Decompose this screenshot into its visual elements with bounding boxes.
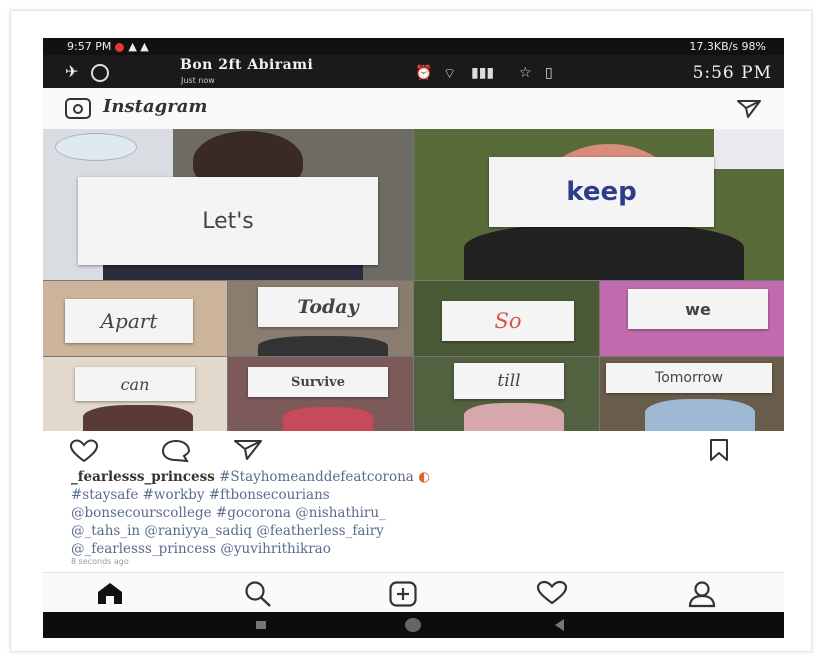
sign-text: we	[685, 299, 711, 319]
camera-icon[interactable]	[65, 98, 91, 119]
sign-text: So	[494, 309, 522, 333]
add-icon[interactable]	[388, 580, 418, 608]
home-button-icon[interactable]	[405, 618, 421, 632]
post-caption: _fearlesss_princess #Stayhomeanddefeatco…	[71, 468, 761, 558]
sign-text: Tomorrow	[655, 370, 723, 386]
sign-card: Let's	[78, 177, 378, 265]
instagram-header: Instagram	[43, 88, 784, 130]
collage-tile: Today	[228, 281, 413, 356]
sign-card: Today	[258, 287, 398, 327]
post-image[interactable]: Let's keep Apart Today So we can Survive…	[43, 129, 784, 431]
status-time: 9:57 PM	[67, 40, 112, 53]
system-status-bar: 9:57 PM ▲ ▲ 17.3KB/s 98%	[43, 38, 784, 55]
collage-tile: can	[43, 357, 227, 431]
post-timestamp: 8 seconds ago	[71, 557, 129, 566]
activity-icon[interactable]	[536, 580, 568, 606]
sign-card: Apart	[65, 299, 193, 343]
collage-tile: Survive	[228, 357, 413, 431]
sign-text: Today	[297, 296, 359, 318]
sign-card: Survive	[248, 367, 388, 397]
caption-line[interactable]: #staysafe #workby #ftbonsecourians	[71, 486, 761, 504]
collage-tile: Apart	[43, 281, 227, 356]
status-left: 9:57 PM ▲ ▲	[67, 40, 149, 53]
caption-line[interactable]: @_tahs_in @raniyya_sadiq @featherless_fa…	[71, 522, 761, 540]
sign-card: we	[628, 289, 768, 329]
home-icon[interactable]	[95, 580, 125, 606]
airplane-icon: ✈	[65, 62, 79, 81]
search-icon[interactable]	[243, 580, 273, 608]
sign-text: Survive	[290, 374, 345, 390]
bookmark-icon[interactable]	[709, 438, 729, 462]
caption-line[interactable]: @bonsecourscollege #gocorona @nishathiru…	[71, 504, 761, 522]
collage-tile: Tomorrow	[600, 357, 784, 431]
share-icon[interactable]	[233, 439, 263, 461]
heart-icon[interactable]	[69, 439, 99, 463]
status-clock: 5:56 PM	[692, 63, 772, 83]
status-right: 17.3KB/s 98%	[689, 40, 766, 53]
fire-emoji: ◐	[418, 469, 430, 485]
sign-text: keep	[566, 177, 637, 207]
post-username[interactable]: _fearlesss_princess	[71, 469, 215, 485]
post-actions	[43, 431, 784, 467]
collage-tile: Let's	[43, 129, 413, 280]
recording-icon	[115, 42, 125, 52]
sign-card: Tomorrow	[606, 363, 772, 393]
recent-apps-icon[interactable]	[256, 621, 266, 629]
collage-tile: we	[600, 281, 784, 356]
sign-text: Let's	[202, 208, 254, 234]
caption-hashtags[interactable]: #Stayhomeanddefeatcorona	[219, 469, 414, 485]
battery-icon: ▯	[545, 65, 553, 81]
comment-icon[interactable]	[161, 439, 191, 463]
sign-card: can	[75, 367, 195, 401]
notification-bar[interactable]: ✈ Bon 2ft Abirami Just now ⏰ ⌔ ▮▮▮ ☆ ▯ 5…	[43, 55, 784, 88]
wifi-icon: ⌔	[443, 66, 457, 82]
sign-text: till	[497, 371, 521, 391]
bottom-navigation	[43, 572, 784, 613]
caption-line: _fearlesss_princess #Stayhomeanddefeatco…	[71, 468, 761, 486]
sign-card: keep	[489, 157, 714, 227]
sign-card: till	[454, 363, 564, 399]
whatsapp-icon	[91, 64, 109, 82]
collage-tile: So	[414, 281, 599, 356]
app-logo: Instagram	[103, 96, 208, 117]
back-icon[interactable]	[555, 619, 564, 631]
sign-card: So	[442, 301, 574, 341]
sign-text: can	[120, 374, 150, 394]
data-icon: ☆	[519, 65, 532, 81]
collage-tile: keep	[414, 129, 784, 280]
alarm-icon: ⏰	[415, 65, 433, 81]
system-navigation-bar	[43, 612, 784, 638]
sign-text: Apart	[100, 309, 158, 333]
profile-icon[interactable]	[687, 580, 717, 608]
notification-subtitle: Just now	[181, 76, 215, 85]
collage-tile: till	[414, 357, 599, 431]
signal-icon: ▮▮▮	[471, 65, 495, 81]
phone-screen: 9:57 PM ▲ ▲ 17.3KB/s 98% ✈ Bon 2ft Abiram…	[43, 38, 784, 638]
notification-title: Bon 2ft Abirami	[180, 57, 314, 73]
caption-line[interactable]: @_fearlesss_princess @yuvihrithikrao	[71, 540, 761, 558]
direct-send-icon[interactable]	[736, 99, 762, 119]
